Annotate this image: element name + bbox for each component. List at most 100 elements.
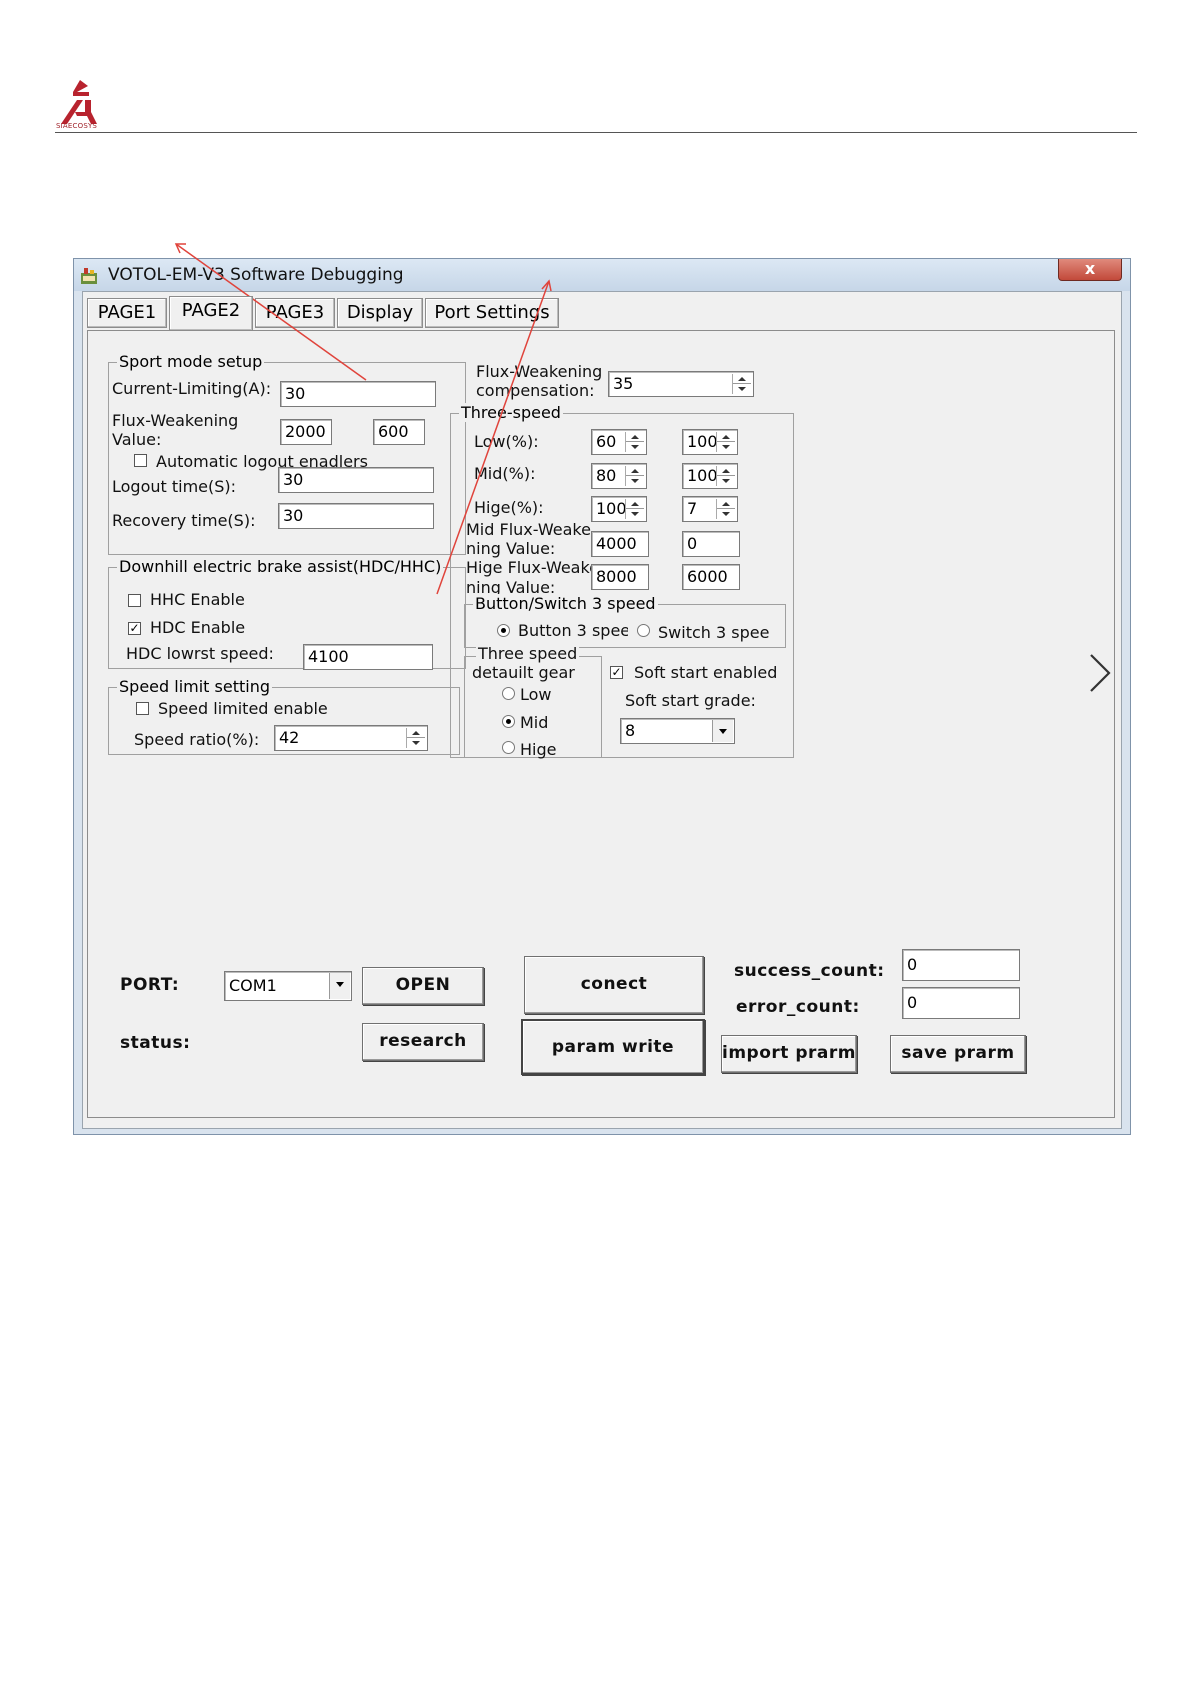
downhill-title: Downhill electric brake assist(HDC/HHC) [117, 557, 444, 576]
tab-display[interactable]: Display [337, 298, 423, 328]
current-limiting-input[interactable]: 30 [280, 381, 436, 407]
port-value: COM1 [229, 976, 277, 995]
title-bar[interactable]: VOTOL-EM-V3 Software Debugging x [74, 259, 1130, 291]
high-input-2[interactable]: 7 [682, 496, 738, 522]
mid-input-1[interactable]: 80 [591, 463, 647, 489]
low-input-1[interactable]: 60 [591, 429, 647, 455]
mid-flux-label-line1: Mid Flux-Weake [466, 520, 591, 539]
soft-start-grade-select[interactable]: 8 [620, 718, 735, 744]
mid-spinner-2[interactable] [716, 466, 735, 486]
status-label: status: [120, 1033, 191, 1053]
tab-panel: Sport mode setup Current-Limiting(A): 30… [87, 330, 1115, 1118]
hhc-enable-label: HHC Enable [150, 590, 245, 609]
hdc-speed-label: HDC lowrst speed: [126, 644, 274, 663]
speed-ratio-label: Speed ratio(%): [134, 730, 260, 749]
gear-mid-radio[interactable] [502, 715, 515, 728]
flux-value-label-line1: Flux-Weakening [112, 411, 239, 430]
logout-time-input[interactable]: 30 [278, 467, 434, 493]
mid-flux-label-line2: ning Value: [466, 539, 556, 558]
high-spinner-1[interactable] [625, 499, 644, 519]
client-area: PAGE1 PAGE2 PAGE3 Display Port Settings … [82, 291, 1122, 1129]
hdc-speed-input[interactable]: 4100 [303, 644, 433, 670]
default-gear-title-line1: Three speed [476, 644, 580, 663]
gear-high-radio[interactable] [502, 741, 515, 754]
app-window: VOTOL-EM-V3 Software Debugging x PAGE1 P… [73, 258, 1131, 1135]
chevron-down-icon[interactable] [712, 720, 733, 742]
connect-button[interactable]: conect [524, 956, 704, 1014]
recovery-time-label: Recovery time(S): [112, 511, 256, 530]
current-limiting-label: Current-Limiting(A): [112, 379, 272, 398]
flux-comp-spinner[interactable] [732, 374, 751, 394]
param-write-button[interactable]: param write [521, 1019, 705, 1075]
header-rule [55, 132, 1137, 133]
switch-3-speed-radio[interactable] [637, 624, 650, 637]
success-count-label: success_count: [734, 961, 885, 981]
success-count-input[interactable]: 0 [902, 949, 1020, 981]
button-3-speed-radio[interactable] [497, 624, 510, 637]
speed-limit-enable-checkbox[interactable] [136, 702, 149, 715]
three-speed-title: Three-speed [459, 403, 563, 422]
soft-start-grade-value: 8 [625, 721, 636, 740]
research-button[interactable]: research [362, 1023, 484, 1061]
hdc-enable-checkbox[interactable]: ✓ [128, 622, 141, 635]
low-input-2[interactable]: 100 [682, 429, 738, 455]
annotation-arrowhead-1 [174, 243, 186, 254]
error-count-input[interactable]: 0 [902, 987, 1020, 1019]
high-spinner-2[interactable] [716, 499, 735, 519]
flux-comp-value: 35 [613, 374, 634, 393]
open-button[interactable]: OPEN [362, 967, 484, 1005]
tab-page2[interactable]: PAGE2 [169, 296, 253, 330]
speed-ratio-spinner[interactable] [406, 728, 425, 748]
port-select[interactable]: COM1 [224, 971, 352, 1001]
port-label: PORT: [120, 975, 180, 995]
high-value-1: 100 [596, 499, 627, 518]
flux-value-label-line2: Value: [112, 430, 162, 449]
tab-page1[interactable]: PAGE1 [87, 298, 167, 328]
mid-flux-input-1[interactable]: 4000 [591, 531, 649, 557]
recovery-time-input[interactable]: 30 [278, 503, 434, 529]
hdc-enable-label: HDC Enable [150, 618, 246, 637]
switch-3-speed-label: Switch 3 speed [658, 623, 770, 642]
chevron-down-icon[interactable] [329, 973, 350, 999]
speed-ratio-input[interactable]: 42 [274, 725, 428, 751]
flux-value-input-1[interactable]: 2000 [280, 419, 332, 445]
mid-flux-input-2[interactable]: 0 [682, 531, 740, 557]
error-count-label: error_count: [736, 997, 860, 1017]
mid-value-2: 100 [687, 466, 718, 485]
tab-page3[interactable]: PAGE3 [255, 298, 335, 328]
flux-comp-label-line2: compensation: [476, 381, 595, 400]
speed-limit-enable-label: Speed limited enable [158, 699, 328, 718]
button-3-speed-label: Button 3 speed [518, 621, 628, 640]
close-button[interactable]: x [1058, 259, 1122, 281]
app-icon [81, 268, 97, 284]
low-value-2: 100 [687, 432, 718, 451]
sport-mode-title: Sport mode setup [117, 352, 265, 371]
soft-start-label: Soft start enabled [634, 663, 778, 682]
high-flux-input-2[interactable]: 6000 [682, 564, 740, 590]
button-switch-title: Button/Switch 3 speed [473, 594, 658, 613]
mid-input-2[interactable]: 100 [682, 463, 738, 489]
mid-label: Mid(%): [474, 464, 536, 483]
low-spinner-2[interactable] [716, 432, 735, 452]
high-input-1[interactable]: 100 [591, 496, 647, 522]
auto-logout-checkbox[interactable] [134, 454, 147, 467]
hhc-enable-checkbox[interactable] [128, 594, 141, 607]
speed-ratio-value: 42 [279, 728, 300, 747]
logout-time-label: Logout time(S): [112, 477, 237, 496]
gear-mid-label: Mid [520, 713, 549, 732]
window-title: VOTOL-EM-V3 Software Debugging [108, 265, 404, 285]
mid-spinner-1[interactable] [625, 466, 644, 486]
flux-value-input-2[interactable]: 600 [373, 419, 425, 445]
low-value-1: 60 [596, 432, 617, 451]
flux-comp-input[interactable]: 35 [608, 371, 754, 397]
mid-value-1: 80 [596, 466, 617, 485]
chevron-right-icon[interactable] [1085, 651, 1115, 695]
high-flux-input-1[interactable]: 8000 [591, 564, 649, 590]
gear-low-radio[interactable] [502, 687, 515, 700]
import-prarm-button[interactable]: import prarm [721, 1035, 857, 1073]
save-prarm-button[interactable]: save prarm [890, 1035, 1026, 1073]
speed-limit-title: Speed limit setting [117, 677, 272, 696]
tab-port-settings[interactable]: Port Settings [425, 298, 559, 328]
soft-start-checkbox[interactable]: ✓ [610, 666, 623, 679]
low-spinner-1[interactable] [625, 432, 644, 452]
